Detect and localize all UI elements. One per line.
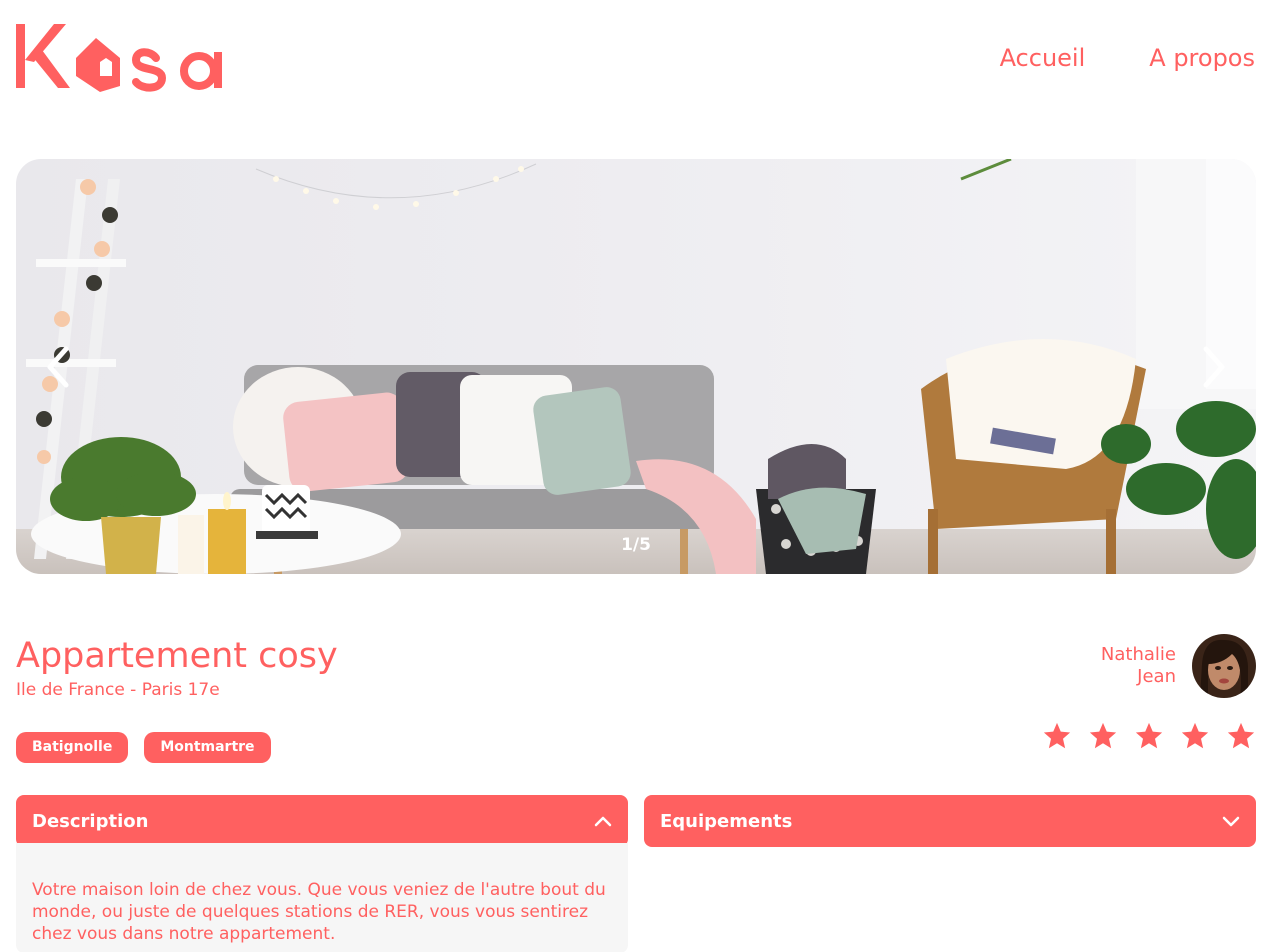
description-text: Votre maison loin de chez vous. Que vous…	[16, 843, 628, 952]
host-last-name: Jean	[1137, 666, 1176, 687]
chevron-down-icon[interactable]	[1222, 815, 1240, 827]
kasa-logo[interactable]	[16, 20, 231, 94]
rating	[1042, 721, 1256, 751]
listing-location: Ile de France - Paris 17e	[16, 680, 220, 700]
image-carousel: 1/5	[16, 159, 1256, 574]
description-label: Description	[32, 810, 149, 832]
chevron-left-icon[interactable]	[40, 345, 80, 389]
avatar	[1192, 634, 1256, 698]
host-first-name: Nathalie	[1100, 644, 1176, 665]
star-icon	[1181, 722, 1209, 749]
tag-montmartre: Montmartre	[144, 732, 271, 763]
nav-link-a-propos[interactable]: A propos	[1149, 44, 1255, 72]
description-toggle[interactable]: Description	[16, 795, 628, 847]
equipements-toggle[interactable]: Equipements	[644, 795, 1256, 847]
star-icon	[1135, 722, 1163, 749]
chevron-up-icon[interactable]	[594, 815, 612, 827]
listing-title: Appartement cosy	[16, 636, 338, 676]
tag-batignolle: Batignolle	[16, 732, 129, 763]
page: Accueil A propos 1/5 Appartement cosy Il…	[0, 0, 1285, 952]
tag-list: Batignolle Montmartre	[16, 732, 271, 763]
equipements-label: Equipements	[660, 810, 793, 832]
star-icon	[1227, 722, 1255, 749]
slide-counter: 1/5	[621, 535, 651, 555]
living-room-photo	[16, 159, 1256, 574]
nav-link-accueil[interactable]: Accueil	[1000, 44, 1086, 72]
main-nav: Accueil A propos	[1000, 44, 1255, 72]
host-name: Nathalie Jean	[1101, 644, 1176, 688]
equipements-collapse: Equipements	[644, 795, 1256, 847]
star-icon	[1043, 722, 1071, 749]
description-collapse: Description Votre maison loin de chez vo…	[16, 795, 628, 952]
host: Nathalie Jean	[1101, 634, 1256, 698]
star-icon	[1089, 722, 1117, 749]
chevron-right-icon[interactable]	[1192, 345, 1232, 389]
